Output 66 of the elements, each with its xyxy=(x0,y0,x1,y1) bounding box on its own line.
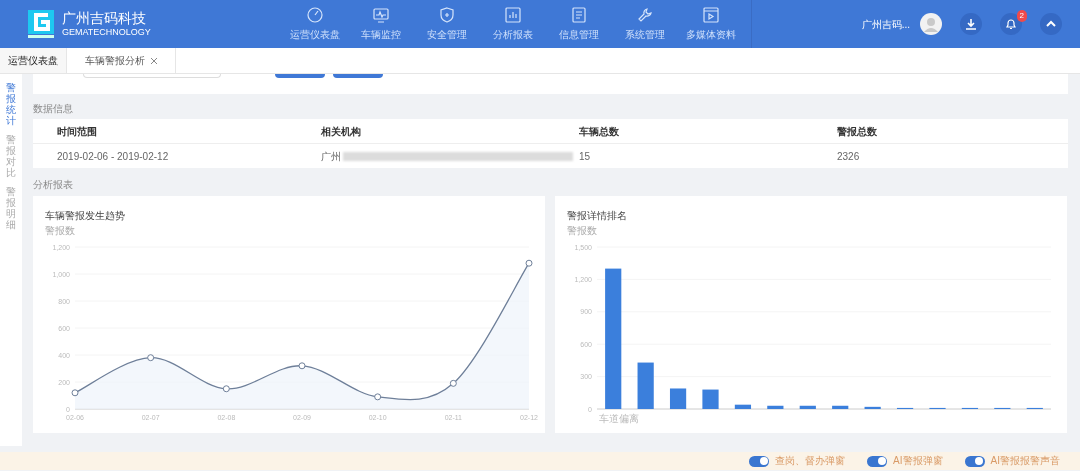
table-cell-text: 广州 xyxy=(321,149,341,164)
brand-subtitle: GEMATECHNOLOGY xyxy=(62,27,151,39)
nav-item[interactable]: 信息管理 xyxy=(548,6,610,42)
table-cell-text: 2019-02-06 - 2019-02-12 xyxy=(57,149,170,164)
chart-title: 警报详情排名 xyxy=(567,209,628,223)
download-button[interactable] xyxy=(960,13,982,35)
notification-badge: 2 xyxy=(1016,10,1027,22)
column-header: 警报总数 xyxy=(837,124,878,139)
close-icon[interactable] xyxy=(151,57,157,64)
nav-item[interactable]: 系统管理 xyxy=(614,6,676,42)
tab[interactable]: 运营仪表盘 xyxy=(0,48,67,73)
bar xyxy=(702,389,719,409)
video-icon xyxy=(702,6,720,24)
document-icon xyxy=(570,6,588,24)
logo-icon xyxy=(28,10,54,38)
nav-item[interactable]: 车辆监控 xyxy=(350,6,412,42)
section-title: 数据信息 xyxy=(33,102,74,116)
table-cell-text: 2326 xyxy=(837,149,861,164)
axis-title: 警报数 xyxy=(45,225,75,236)
bar xyxy=(864,406,881,409)
bar xyxy=(832,405,849,409)
sidebar-item[interactable]: 警报明细 xyxy=(6,186,16,230)
table-cell-text: 15 xyxy=(579,149,592,164)
section-title: 分析报表 xyxy=(33,178,74,192)
bar xyxy=(734,404,752,409)
bar-chart-icon xyxy=(504,6,522,24)
axis-title: 警报数 xyxy=(567,225,597,236)
nav-item[interactable]: 分析报表 xyxy=(482,6,544,42)
wrench-icon xyxy=(636,6,654,24)
toggle-switch[interactable] xyxy=(964,455,985,467)
query-button[interactable] xyxy=(275,74,325,78)
toggle-label: AI警报报警声音 xyxy=(990,455,1060,467)
sidebar-item[interactable]: 警报对比 xyxy=(6,134,16,178)
sidebar-item[interactable]: 警报统计 xyxy=(6,82,16,126)
monitor-icon xyxy=(372,6,390,24)
nav-item[interactable]: 多媒体资料 xyxy=(680,6,742,42)
collapse-button[interactable] xyxy=(1040,13,1062,35)
bar xyxy=(767,405,784,409)
tick-label: 车道偏离 xyxy=(599,413,639,424)
brand-name: 广州吉码科技 xyxy=(62,9,147,28)
chart-title: 车辆警报发生趋势 xyxy=(45,209,126,223)
bar xyxy=(669,388,687,409)
data-point xyxy=(222,385,230,393)
avatar-icon[interactable] xyxy=(920,13,942,35)
bar xyxy=(637,362,654,409)
user-name[interactable]: 广州吉码... xyxy=(861,16,910,32)
nav-item[interactable]: 运营仪表盘 xyxy=(284,6,346,42)
data-point xyxy=(525,259,533,267)
download-icon xyxy=(965,18,977,30)
data-point xyxy=(298,362,306,370)
bell-icon xyxy=(1005,18,1017,30)
shield-icon xyxy=(438,6,456,24)
column-header: 时间范围 xyxy=(57,124,98,139)
notification-button[interactable] xyxy=(1000,13,1022,35)
nav-item[interactable]: 安全管理 xyxy=(416,6,478,42)
column-header: 相关机构 xyxy=(321,124,362,139)
column-header: 车辆总数 xyxy=(579,124,620,139)
bar xyxy=(799,405,816,409)
data-point xyxy=(71,389,79,397)
data-point xyxy=(374,393,382,401)
toggle-switch[interactable] xyxy=(749,455,770,467)
reset-button[interactable] xyxy=(333,74,383,78)
gauge-icon xyxy=(306,6,324,24)
toggle-label: 查岗、督办弹窗 xyxy=(775,455,846,467)
toggle-label: AI警报弹窗 xyxy=(893,455,943,467)
toggle-switch[interactable] xyxy=(867,455,888,467)
